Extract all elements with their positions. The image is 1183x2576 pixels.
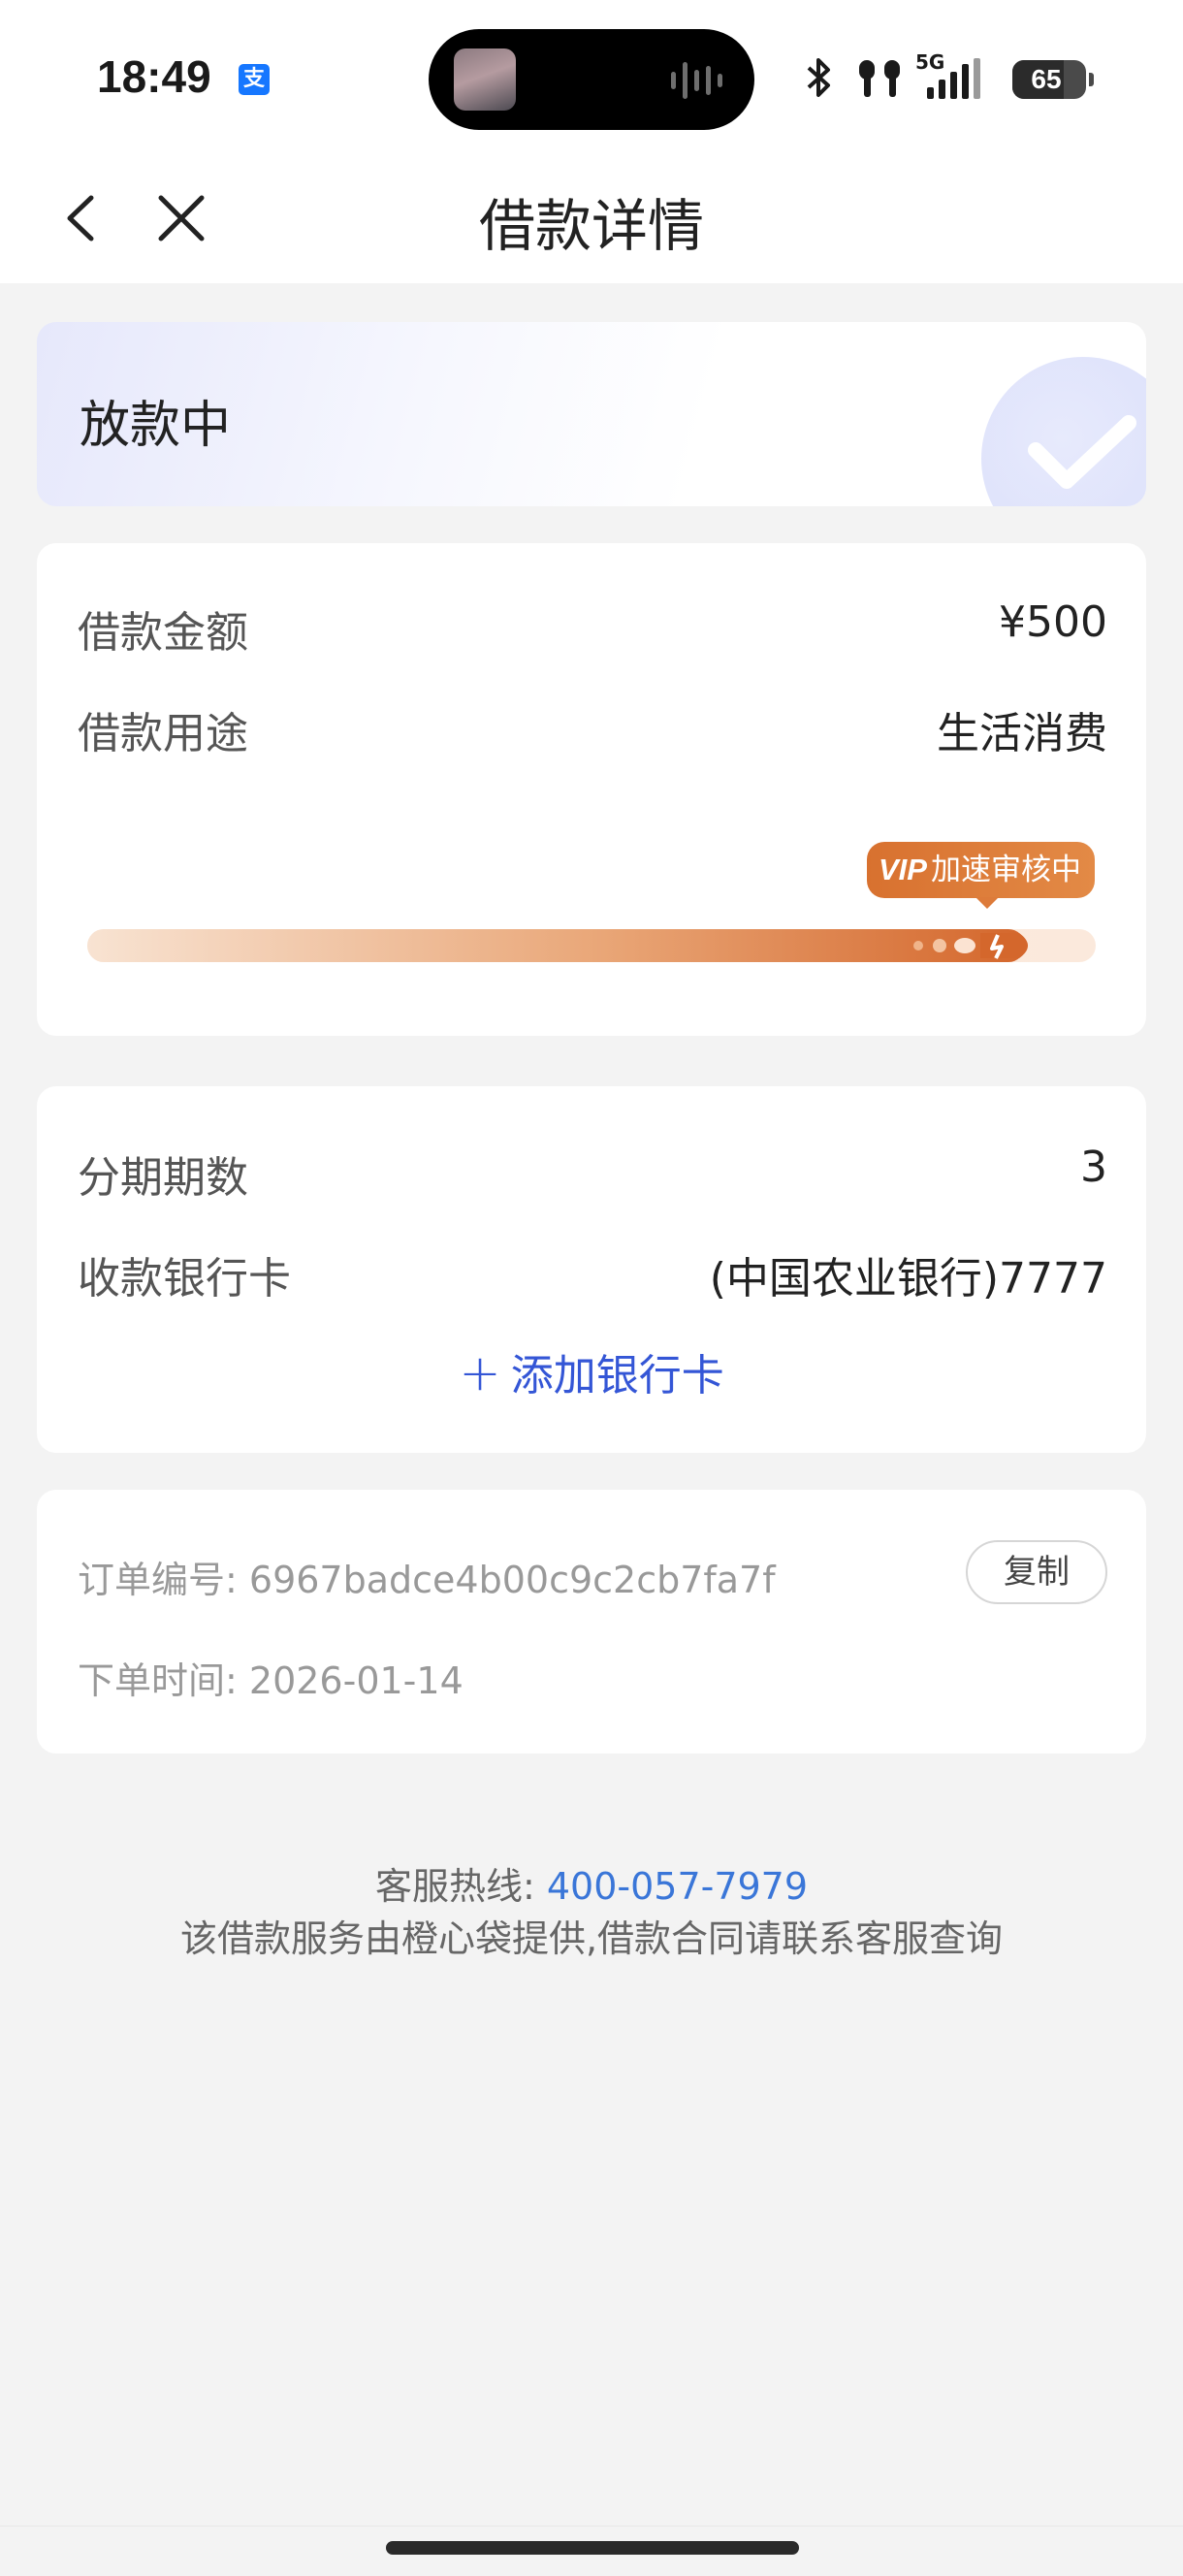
hotline-line: 客服热线: 400-057-7979: [0, 1856, 1183, 1909]
bank-label: 收款银行卡: [78, 1254, 291, 1304]
copy-button[interactable]: 复制: [966, 1540, 1107, 1604]
rocket-icon: [913, 933, 1029, 959]
review-status-label: 加速审核中: [930, 853, 1081, 887]
loan-info-card: 借款金额 ¥500 借款用途 生活消费 VIP 加速审核中: [37, 543, 1146, 1036]
service-notice: 该借款服务由橙心袋提供,借款合同请联系客服查询: [179, 1917, 1004, 1960]
periods-label: 分期期数: [78, 1153, 248, 1203]
vip-review-badge: VIP 加速审核中: [867, 842, 1095, 909]
page-title: 借款详情: [478, 193, 704, 259]
purpose-row: 借款用途 生活消费: [78, 698, 1107, 758]
add-bank-card-button[interactable]: + 添加银行卡: [37, 1340, 1146, 1402]
hotline-number-link[interactable]: 400-057-7979: [547, 1865, 808, 1908]
periods-row: 分期期数 3: [78, 1143, 1107, 1203]
check-icon: [981, 357, 1146, 506]
order-id-row: 订单编号: 6967badce4b00c9c2cb7fa7f: [78, 1550, 776, 1603]
purpose-label: 借款用途: [78, 709, 248, 758]
battery-level: 65: [1031, 64, 1062, 94]
order-time-label: 下单时间:: [78, 1659, 238, 1702]
purpose-value: 生活消费: [937, 709, 1107, 758]
bank-row: 收款银行卡 (中国农业银行)7777: [78, 1243, 1107, 1304]
order-id-label: 订单编号:: [78, 1559, 238, 1601]
bottom-divider: [0, 2526, 1183, 2527]
status-bar: 18:49 支 5G 65: [0, 0, 1183, 155]
voice-wave-icon: [671, 62, 725, 99]
status-time: 18:49: [97, 51, 211, 102]
dynamic-island[interactable]: [429, 29, 754, 130]
home-indicator[interactable]: [386, 2541, 799, 2555]
signal-icon: [927, 58, 980, 99]
periods-value: 3: [1080, 1143, 1107, 1192]
amount-label: 借款金额: [78, 608, 248, 658]
order-time-row: 下单时间: 2026-01-14: [78, 1651, 464, 1704]
loan-status-card: 放款中: [37, 322, 1146, 506]
battery-icon: 65: [1012, 60, 1094, 99]
nav-bar: 借款详情: [0, 155, 1183, 283]
order-info-card: 订单编号: 6967badce4b00c9c2cb7fa7f 复制 下单时间: …: [37, 1490, 1146, 1754]
amount-value: ¥500: [999, 597, 1107, 647]
footer: 客服热线: 400-057-7979 该借款服务由橙心袋提供,借款合同请联系客服…: [0, 1856, 1183, 1961]
media-thumbnail: [454, 48, 516, 111]
bluetooth-icon: [807, 58, 830, 97]
amount-row: 借款金额 ¥500: [78, 597, 1107, 658]
earbuds-icon: [859, 60, 900, 97]
repayment-card: 分期期数 3 收款银行卡 (中国农业银行)7777 + 添加银行卡: [37, 1086, 1146, 1453]
review-progress-fill: [87, 929, 1026, 962]
review-progress-bar: [87, 929, 1096, 962]
status-icons: 5G 65: [805, 50, 1094, 107]
order-id-value: 6967badce4b00c9c2cb7fa7f: [248, 1559, 776, 1601]
add-bank-label: 添加银行卡: [510, 1351, 724, 1401]
vip-label: VIP: [879, 853, 927, 886]
plus-icon: +: [459, 1344, 501, 1402]
bank-value: (中国农业银行)7777: [709, 1254, 1107, 1304]
order-time-value: 2026-01-14: [248, 1659, 464, 1702]
hotline-label: 客服热线:: [374, 1865, 535, 1908]
loan-status-text: 放款中: [80, 397, 232, 455]
alipay-icon: 支: [239, 64, 270, 95]
